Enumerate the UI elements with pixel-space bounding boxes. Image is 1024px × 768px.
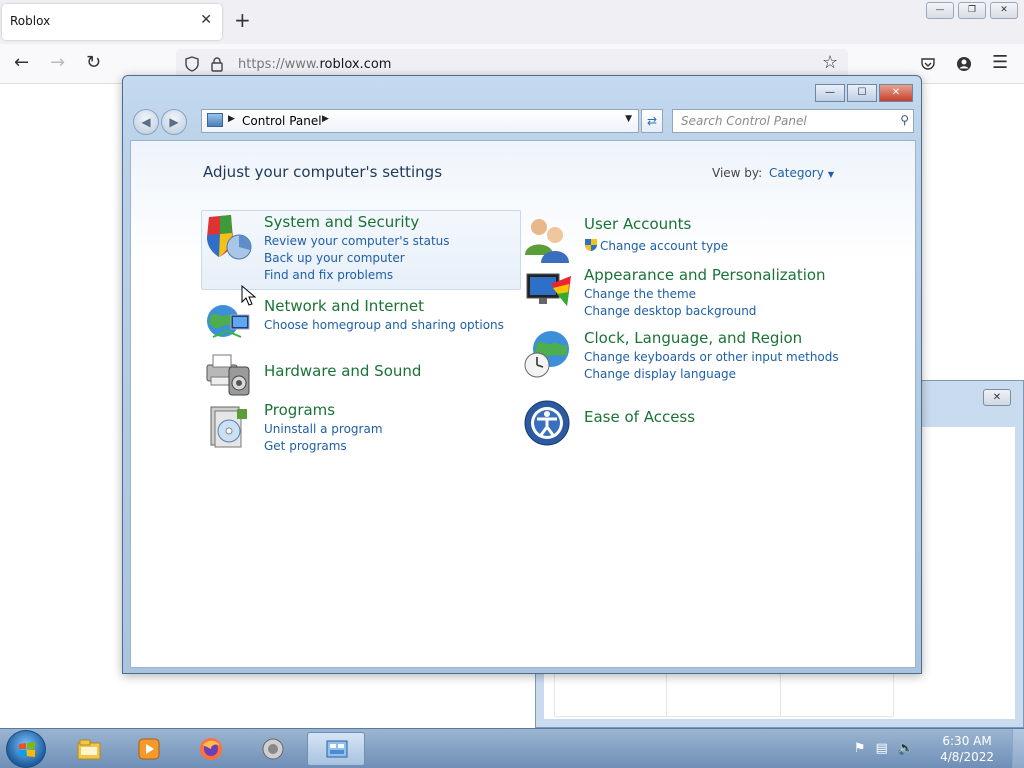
notification-area: ⚑ ▤ 🔈: [854, 741, 914, 756]
restore-button[interactable]: ❐: [958, 2, 986, 19]
category-title[interactable]: Programs: [264, 401, 335, 419]
category-link[interactable]: Change display language: [584, 367, 736, 381]
monitor-paint-icon: [526, 273, 571, 306]
network-icon[interactable]: ▤: [876, 741, 888, 756]
programs-icon: [210, 406, 247, 448]
cp-forward-icon[interactable]: ▶: [161, 109, 187, 135]
show-desktop-button[interactable]: [1012, 729, 1024, 768]
shield-tracking-icon[interactable]: [184, 56, 200, 72]
bookmark-star-icon[interactable]: ☆: [822, 52, 838, 74]
lock-icon[interactable]: [210, 56, 224, 72]
speaker-icon: [262, 738, 284, 760]
view-by-label: View by:: [712, 166, 763, 180]
taskbar-speaker[interactable]: [244, 732, 302, 766]
cp-minimize-button[interactable]: —: [815, 84, 845, 102]
cp-maximize-button[interactable]: ☐: [847, 84, 877, 102]
taskbar-file-explorer[interactable]: [60, 732, 118, 766]
view-by-dropdown[interactable]: Category ▼: [769, 166, 834, 180]
address-dropdown-icon[interactable]: ▼: [625, 114, 632, 124]
close-button[interactable]: ✕: [990, 2, 1018, 19]
taskbar-media-player[interactable]: [120, 732, 178, 766]
search-control-panel-input[interactable]: Search Control Panel ⚲: [672, 109, 914, 133]
category-title[interactable]: Hardware and Sound: [264, 362, 421, 380]
category-title[interactable]: System and Security: [264, 213, 419, 231]
action-center-flag-icon[interactable]: ⚑: [854, 741, 866, 756]
start-button[interactable]: [6, 730, 46, 768]
control-panel-window: — ☐ ✕ ◀ ▶ ▶ Control Panel ▶ ▼ ⇄ Search C…: [122, 75, 922, 674]
nav-buttons: ◀ ▶: [133, 109, 189, 135]
category-title[interactable]: User Accounts: [584, 215, 691, 233]
search-icon[interactable]: ⚲: [900, 113, 909, 127]
category-link[interactable]: Change desktop background: [584, 304, 756, 318]
category-link[interactable]: Choose homegroup and sharing options: [264, 318, 504, 332]
system-clock[interactable]: 6:30 AM 4/8/2022: [940, 733, 994, 765]
control-panel-small-icon: [207, 113, 223, 127]
breadcrumb-separator-icon[interactable]: ▶: [228, 114, 235, 124]
dropdown-caret-icon: ▼: [827, 170, 834, 179]
back-arrow-icon[interactable]: ←: [14, 52, 29, 74]
category-title[interactable]: Ease of Access: [584, 408, 695, 426]
file-explorer-icon: [77, 739, 101, 760]
uac-shield-icon: [585, 239, 597, 251]
category-link[interactable]: Back up your computer: [264, 251, 405, 265]
clock-time: 6:30 AM: [942, 734, 992, 748]
background-window-close-icon[interactable]: ✕: [983, 389, 1011, 406]
windows-logo-icon: [19, 742, 35, 757]
forward-arrow-icon[interactable]: →: [50, 52, 65, 74]
taskbar-firefox[interactable]: [182, 732, 240, 766]
ease-of-access-icon: [524, 400, 570, 446]
account-icon[interactable]: [956, 56, 972, 72]
control-panel-content: Adjust your computer's settings View by:…: [130, 140, 916, 668]
printer-speaker-icon: [206, 354, 250, 396]
firefox-icon: [200, 738, 222, 760]
search-placeholder: Search Control Panel: [681, 114, 807, 128]
volume-icon[interactable]: 🔈: [898, 741, 914, 756]
tab-title: Roblox: [10, 14, 51, 28]
category-link[interactable]: Change account type: [600, 239, 728, 253]
clock-date: 4/8/2022: [940, 750, 994, 764]
users-icon: [525, 219, 569, 263]
shield-icon: [207, 215, 252, 260]
media-player-icon: [138, 738, 160, 760]
cp-close-button[interactable]: ✕: [879, 84, 913, 102]
browser-tab-roblox[interactable]: Roblox ✕: [2, 4, 222, 40]
new-tab-button[interactable]: +: [234, 10, 251, 30]
mouse-cursor-icon: [241, 285, 257, 306]
taskbar: ⚑ ▤ 🔈 6:30 AM 4/8/2022: [0, 728, 1024, 768]
category-title[interactable]: Clock, Language, and Region: [584, 329, 802, 347]
address-bar[interactable]: ▶ Control Panel ▶ ▼: [201, 109, 639, 133]
page-title: Adjust your computer's settings: [203, 163, 443, 181]
control-panel-window-controls: — ☐ ✕: [815, 84, 913, 102]
category-link[interactable]: Get programs: [264, 439, 347, 453]
breadcrumb-expand-icon[interactable]: ▶: [322, 114, 329, 124]
reload-icon[interactable]: ↻: [86, 52, 101, 74]
breadcrumb-control-panel[interactable]: Control Panel: [242, 114, 322, 128]
browser-window-controls: — ❐ ✕: [926, 2, 1018, 19]
category-title[interactable]: Network and Internet: [264, 297, 424, 315]
globe-clock-icon: [524, 331, 569, 378]
control-panel-icon: [326, 740, 348, 758]
category-link[interactable]: Uninstall a program: [264, 422, 383, 436]
category-link[interactable]: Find and fix problems: [264, 268, 393, 282]
cp-back-icon[interactable]: ◀: [133, 109, 159, 135]
category-link[interactable]: Change the theme: [584, 287, 696, 301]
menu-hamburger-icon[interactable]: ☰: [992, 52, 1008, 74]
url-text: https://www.roblox.com: [238, 57, 392, 72]
category-link[interactable]: Change keyboards or other input methods: [584, 350, 839, 364]
browser-tab-strip: Roblox ✕ + — ❐ ✕: [0, 0, 1024, 44]
tab-close-icon[interactable]: ✕: [200, 12, 212, 28]
minimize-button[interactable]: —: [926, 2, 954, 19]
category-link[interactable]: Review your computer's status: [264, 234, 450, 248]
refresh-icon[interactable]: ⇄: [641, 109, 663, 133]
category-title[interactable]: Appearance and Personalization: [584, 266, 826, 284]
pocket-icon[interactable]: [920, 56, 936, 72]
taskbar-control-panel[interactable]: [307, 732, 365, 766]
